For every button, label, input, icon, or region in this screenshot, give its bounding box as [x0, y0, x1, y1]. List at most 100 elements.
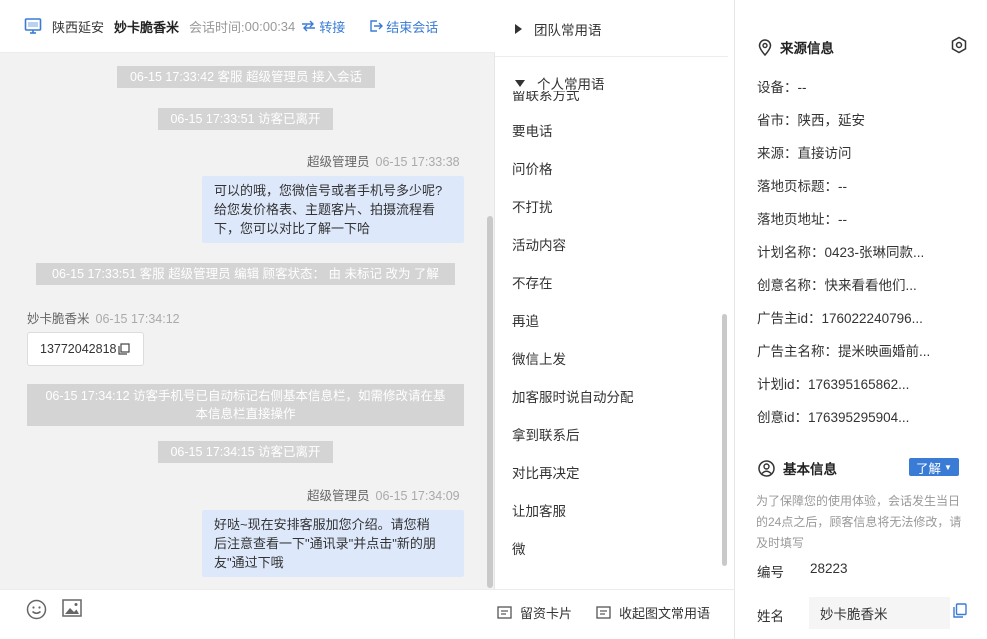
phrase-item[interactable]: 微	[512, 538, 526, 558]
message-line: 下，您可以对比了解一下哈	[214, 221, 371, 236]
app-root: 陕西延安 妙卡脆香米 会话时间: 00:00:34 转接 结束会话 06-15 …	[0, 0, 987, 639]
end-session-button[interactable]: 结束会话	[369, 17, 438, 36]
chat-toolbar	[0, 589, 495, 639]
info-panel: 来源信息 设备：-- 省市：陕西，延安 来源：直接访问 落地页标题：-- 落地页…	[736, 0, 987, 639]
phrase-item[interactable]: 留联系方式	[512, 91, 580, 104]
message-sender: 超级管理员 06-15 17:33:38	[307, 151, 460, 170]
system-message: 06-15 17:33:51 访客已离开	[158, 108, 333, 130]
message-line: 可以的哦，您微信号或者手机号多少呢?	[214, 183, 443, 198]
info-row-advertiser-id: 广告主id：176022240796...	[757, 311, 923, 326]
system-message: 06-15 17:33:42 客服 超级管理员 接入会话	[117, 66, 375, 88]
system-line: 本信息栏直接操作	[195, 407, 296, 421]
system-message: 06-15 17:33:51 客服 超级管理员 编辑 顾客状态： 由 未标记 改…	[36, 263, 455, 285]
sender-name: 超级管理员	[307, 155, 370, 169]
message-time: 06-15 17:34:12	[95, 312, 180, 326]
phrase-item[interactable]: 不存在	[512, 272, 553, 292]
copy-icon[interactable]	[118, 343, 131, 355]
agent-message-bubble: 好哒~现在安排客服加您介绍。请您稍 后注意查看一下"通讯录"并点击"新的朋 友"…	[202, 510, 464, 577]
card-icon	[596, 606, 611, 619]
visitor-phone: 13772042818	[40, 342, 117, 356]
phrases-panel: 团队常用语 个人常用语 留联系方式 要电话 问价格 不打扰 活动内容 不存在 再…	[495, 0, 735, 639]
sender-name: 妙卡脆香米	[27, 312, 90, 326]
phrase-item[interactable]: 活动内容	[512, 234, 566, 254]
settings-icon[interactable]	[950, 36, 968, 54]
end-session-label: 结束会话	[386, 19, 439, 35]
visitor-message-bubble: 13772042818	[27, 332, 144, 366]
caret-down-icon: ▼	[944, 462, 952, 472]
phrase-item[interactable]: 再追	[512, 310, 539, 330]
info-row-plan-name: 计划名称：0423-张琳同款...	[757, 245, 925, 260]
edit-notice: 为了保障您的使用体验，会话发生当日的24点之后，顾客信息将无法修改，请及时填写	[756, 494, 962, 550]
location-pin-icon	[758, 38, 772, 56]
visitor-name: 妙卡脆香米	[114, 19, 180, 35]
number-value: 28223	[810, 561, 848, 576]
agent-message-bubble: 可以的哦，您微信号或者手机号多少呢? 给您发价格表、主题客片、拍摄流程看 下，您…	[202, 176, 464, 243]
status-dropdown-label: 了解	[916, 461, 942, 476]
phrase-item[interactable]: 要电话	[512, 120, 553, 140]
info-row-province: 省市：陕西，延安	[757, 113, 865, 128]
system-line: 06-15 17:34:12 访客手机号已自动标记右侧基本信息栏，如需修改请在基	[45, 389, 446, 403]
phrase-item[interactable]: 微信上发	[512, 348, 566, 368]
team-phrases-toggle[interactable]: 团队常用语	[495, 9, 735, 49]
info-row-creative-name: 创意名称：快来看看他们...	[757, 278, 917, 293]
info-row-creative-id: 创意id：176395295904...	[757, 410, 910, 425]
name-input[interactable]	[809, 597, 950, 629]
name-label: 姓名	[757, 609, 784, 624]
phrase-list: 留联系方式 要电话 问价格 不打扰 活动内容 不存在 再追 微信上发 加客服时说…	[495, 86, 735, 566]
visitor-region: 陕西延安	[52, 19, 105, 35]
status-dropdown[interactable]: 了解 ▼	[909, 458, 959, 476]
phrase-item[interactable]: 不打扰	[512, 196, 553, 216]
phrase-item[interactable]: 加客服时说自动分配	[512, 386, 634, 406]
message-line: 友"通过下哦	[214, 555, 284, 570]
number-label: 编号	[757, 565, 784, 580]
caret-right-icon	[515, 24, 522, 34]
collapse-phrases-button[interactable]: 收起图文常用语	[596, 603, 710, 622]
info-row-landing-title: 落地页标题：--	[757, 179, 847, 194]
collapse-phrases-label: 收起图文常用语	[619, 606, 711, 621]
phrase-item[interactable]: 拿到联系后	[512, 424, 580, 444]
monitor-icon	[24, 18, 42, 34]
info-row-source: 来源：直接访问	[757, 146, 852, 161]
phrase-item[interactable]: 问价格	[512, 158, 553, 178]
emoji-icon[interactable]	[26, 599, 47, 620]
sender-name: 超级管理员	[307, 489, 370, 503]
lead-card-button[interactable]: 留资卡片	[497, 603, 572, 622]
message-list[interactable]: 06-15 17:33:42 客服 超级管理员 接入会话 06-15 17:33…	[0, 54, 495, 589]
copy-icon[interactable]	[953, 603, 967, 618]
chat-panel: 陕西延安 妙卡脆香米 会话时间: 00:00:34 转接 结束会话 06-15 …	[0, 0, 495, 639]
phrase-scrollbar[interactable]	[722, 314, 727, 566]
message-line: 后注意查看一下"通讯录"并点击"新的朋	[214, 536, 436, 551]
system-message: 06-15 17:34:12 访客手机号已自动标记右侧基本信息栏，如需修改请在基…	[27, 384, 464, 426]
phrase-item[interactable]: 对比再决定	[512, 462, 580, 482]
transfer-label: 转接	[319, 19, 346, 35]
message-line: 好哒~现在安排客服加您介绍。请您稍	[214, 517, 430, 532]
chat-header: 陕西延安 妙卡脆香米 会话时间: 00:00:34 转接 结束会话	[0, 0, 495, 53]
basic-info-label: 基本信息	[783, 462, 837, 477]
session-time: 00:00:34	[244, 18, 296, 34]
phrases-toolbar: 留资卡片 收起图文常用语	[495, 589, 735, 639]
source-info-label: 来源信息	[780, 41, 834, 56]
source-info-title: 来源信息	[758, 37, 834, 57]
transfer-button[interactable]: 转接	[301, 17, 345, 36]
phrase-item[interactable]: 让加客服	[512, 500, 566, 520]
user-circle-icon	[758, 459, 775, 477]
message-time: 06-15 17:33:38	[375, 155, 460, 169]
image-icon[interactable]	[62, 599, 82, 617]
message-sender: 超级管理员 06-15 17:34:09	[307, 485, 460, 504]
info-row-device: 设备：--	[757, 80, 807, 95]
team-phrases-label: 团队常用语	[534, 23, 602, 38]
info-row-landing-url: 落地页地址：--	[757, 212, 847, 227]
card-icon	[497, 606, 512, 619]
message-line: 给您发价格表、主题客片、拍摄流程看	[214, 202, 436, 217]
divider	[495, 56, 728, 57]
message-sender: 妙卡脆香米 06-15 17:34:12	[27, 308, 180, 327]
session-time-label: 会话时间:	[189, 19, 245, 35]
basic-info-title: 基本信息	[758, 458, 837, 478]
message-time: 06-15 17:34:09	[375, 489, 460, 503]
chat-scrollbar[interactable]	[487, 216, 493, 588]
system-message: 06-15 17:34:15 访客已离开	[158, 441, 333, 463]
info-row-plan-id: 计划id：176395165862...	[757, 377, 910, 392]
lead-card-label: 留资卡片	[520, 606, 573, 621]
info-row-advertiser-name: 广告主名称：提米映画婚前...	[757, 344, 931, 359]
exit-icon	[370, 20, 384, 32]
